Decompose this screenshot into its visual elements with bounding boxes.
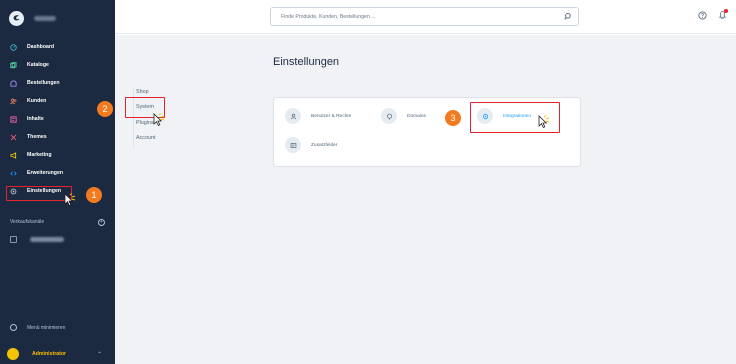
nav-label: Erweiterungen xyxy=(27,170,64,176)
search-icon[interactable] xyxy=(563,12,572,21)
sales-channel-name-blurred xyxy=(30,237,64,242)
tile-label: Benutzer & Rechte xyxy=(311,113,352,119)
sales-channels-header: Verkaufskanäle + xyxy=(10,219,105,226)
nav-label: Kataloge xyxy=(27,62,49,68)
user-menu[interactable]: Administrator ⌃ xyxy=(0,344,115,364)
sidebar-header xyxy=(0,0,115,36)
content-icon xyxy=(10,115,17,123)
cursor-icon xyxy=(64,193,76,207)
add-channel-icon[interactable]: + xyxy=(98,219,105,226)
shopware-logo-icon[interactable] xyxy=(9,10,24,26)
nav-item-themes[interactable]: Themes xyxy=(0,130,115,144)
step-badge-2: 2 xyxy=(97,101,113,117)
nav-label: Marketing xyxy=(27,152,52,158)
custom-fields-icon xyxy=(285,137,301,153)
notification-dot xyxy=(724,9,728,13)
top-bar: Finde Produkte, Kunden, Bestellungen ... xyxy=(115,0,736,34)
nav-item-dashboard[interactable]: Dashboard xyxy=(0,40,115,54)
tile-benutzer-rechte[interactable]: Benutzer & Rechte xyxy=(285,108,351,124)
nav-item-erweiterungen[interactable]: Erweiterungen xyxy=(0,166,115,180)
tile-zusatzfelder[interactable]: Zusatzfelder xyxy=(285,137,337,153)
main-content: Einstellungen Shop System Plugins Accoun… xyxy=(97,35,736,364)
themes-icon xyxy=(10,134,17,141)
nav-label: Dashboard xyxy=(27,44,55,50)
orders-icon xyxy=(10,80,17,87)
tile-label: Zusatzfelder xyxy=(311,142,338,148)
sales-channel-item[interactable] xyxy=(10,236,64,243)
storefront-icon xyxy=(10,236,17,243)
sidebar: Dashboard Kataloge Bestellungen Kunden I… xyxy=(0,0,115,364)
tab-shop[interactable]: Shop xyxy=(136,89,149,95)
marketing-icon xyxy=(10,151,17,159)
nav-item-inhalte[interactable]: Inhalte xyxy=(0,112,115,126)
search-bar[interactable]: Finde Produkte, Kunden, Bestellungen ... xyxy=(270,7,579,26)
store-name-blurred xyxy=(34,15,56,21)
chevron-up-icon: ⌃ xyxy=(96,352,102,358)
tile-label: Domains xyxy=(407,113,426,119)
sales-channels-label: Verkaufskanäle xyxy=(10,219,45,225)
tab-account[interactable]: Account xyxy=(136,135,155,141)
dashboard-icon xyxy=(10,43,17,51)
nav-label: Bestellungen xyxy=(27,80,60,86)
page-title: Einstellungen xyxy=(273,56,340,68)
nav-item-marketing[interactable]: Marketing xyxy=(0,148,115,162)
nav-label: Inhalte xyxy=(27,116,44,122)
nav-item-bestellungen[interactable]: Bestellungen xyxy=(0,76,115,90)
collapse-icon xyxy=(10,324,17,331)
nav-item-kataloge[interactable]: Kataloge xyxy=(0,58,115,72)
user-name: Administrator xyxy=(32,351,67,357)
help-icon[interactable] xyxy=(698,11,707,20)
cursor-icon xyxy=(153,113,165,127)
minimize-label: Menü minimieren xyxy=(27,324,66,331)
user-icon xyxy=(285,108,301,124)
cursor-icon xyxy=(538,115,550,129)
step-badge-1: 1 xyxy=(86,187,102,203)
avatar xyxy=(7,348,19,360)
extensions-icon xyxy=(10,170,17,177)
nav-label: Themes xyxy=(27,134,47,140)
settings-card: Benutzer & Rechte Domains Integrationen … xyxy=(273,97,581,167)
step-badge-3: 3 xyxy=(445,110,461,126)
globe-icon xyxy=(381,108,397,124)
search-input[interactable]: Finde Produkte, Kunden, Bestellungen ... xyxy=(281,14,376,20)
tile-domains[interactable]: Domains xyxy=(381,108,426,124)
customers-icon xyxy=(10,98,17,105)
catalog-icon xyxy=(10,61,17,69)
minimize-menu[interactable]: Menü minimieren xyxy=(10,324,65,331)
nav-label: Kunden xyxy=(27,98,47,104)
